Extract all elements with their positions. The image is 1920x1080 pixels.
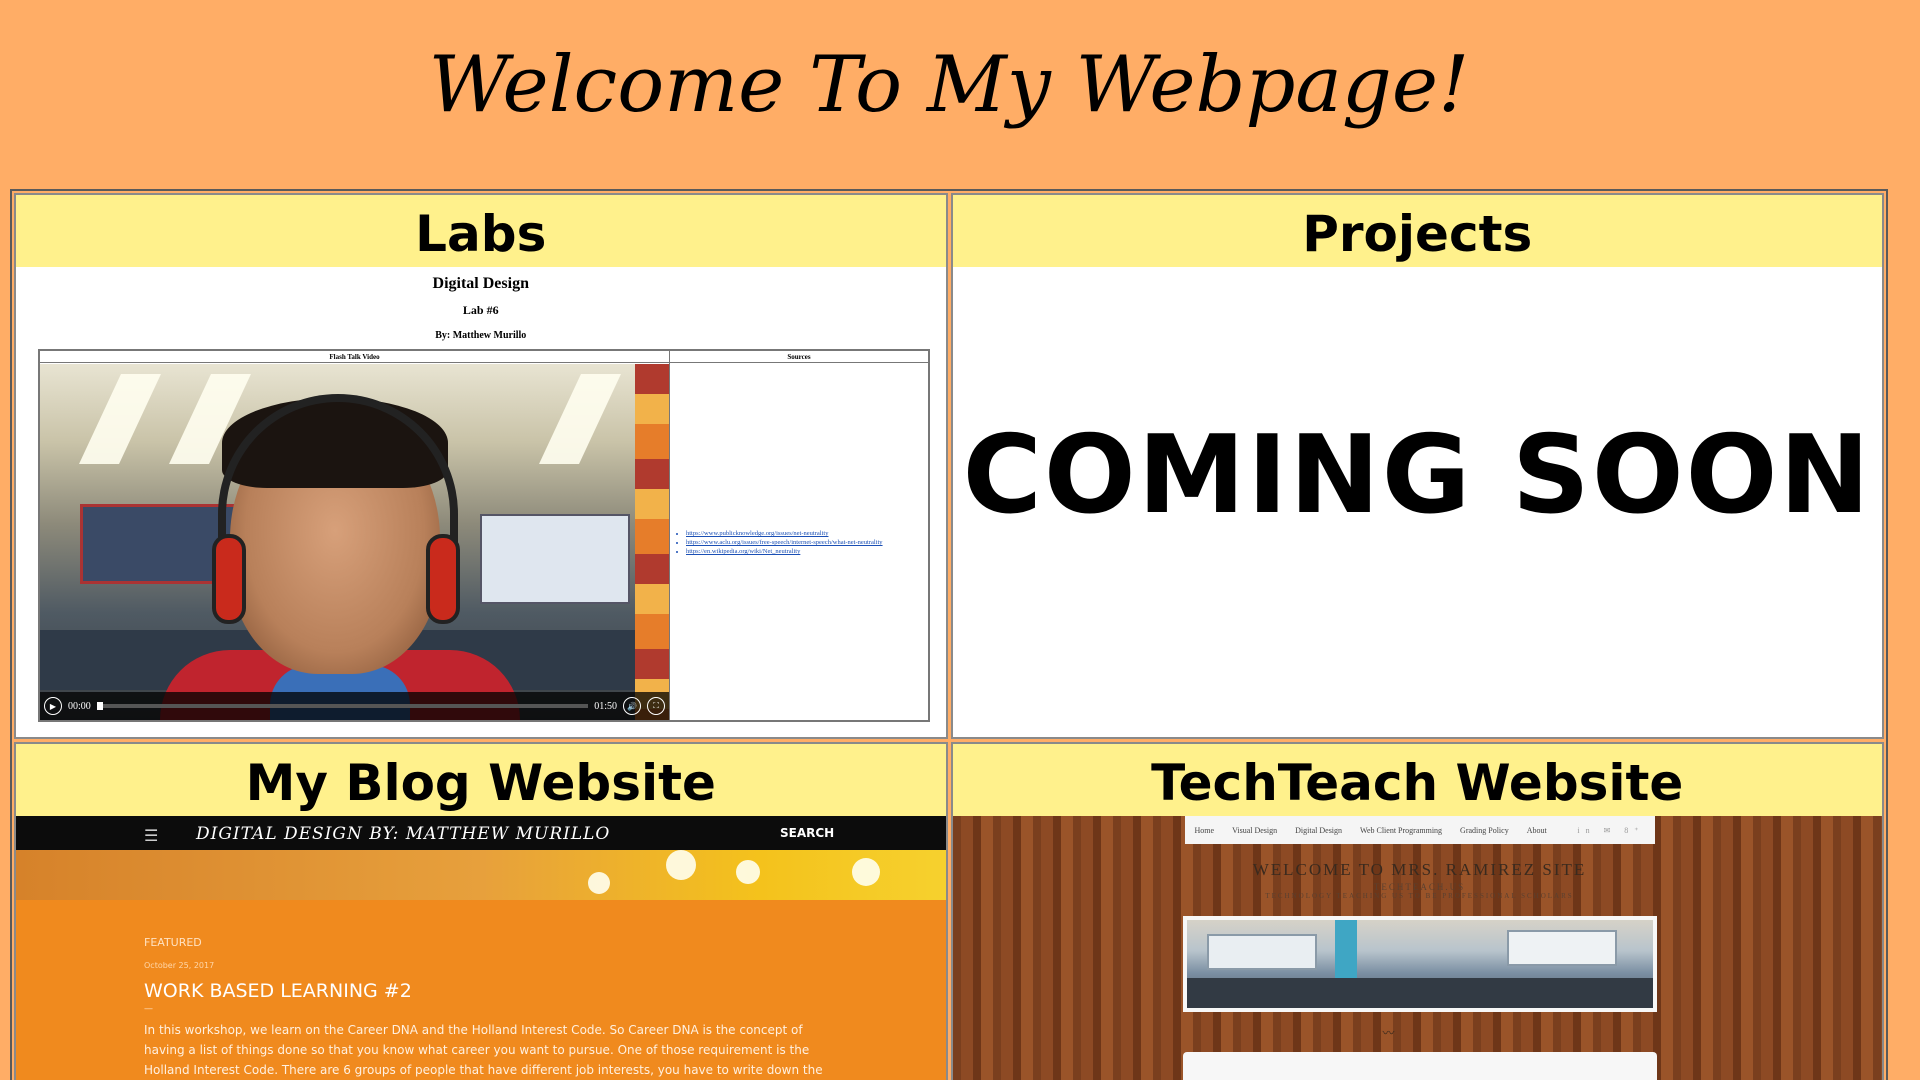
techteach-site: Home Visual Design Digital Design Web Cl…: [952, 816, 1882, 1080]
nav-item-visual-design[interactable]: Visual Design: [1232, 826, 1277, 835]
video-scene-whiteboard: [480, 514, 630, 604]
video-progress-knob[interactable]: [96, 702, 103, 710]
projects-body: COMING SOON: [953, 267, 1883, 737]
lab-doc-title: Digital Design: [432, 275, 529, 292]
labs-embed[interactable]: Digital Design Lab #6 By: Matthew Murill…: [16, 267, 946, 737]
page-title: Welcome To My Webpage!: [428, 40, 1470, 130]
blog-post: FEATURED October 25, 2017 WORK BASED LEA…: [16, 900, 946, 1080]
labs-panel: Labs Digital Design Lab #6 By: Matthew M…: [14, 193, 948, 739]
video-column-header: Flash Talk Video: [40, 351, 669, 363]
techteach-subtitle: TECHTEACH.US: [1373, 882, 1466, 892]
projects-panel: Projects COMING SOON: [950, 193, 1884, 739]
techteach-panel: TechTeach Website Home Visual Design Dig…: [950, 742, 1884, 1080]
nav-item-about[interactable]: About: [1527, 826, 1547, 835]
blog-heading: My Blog Website: [16, 744, 946, 816]
nav-item-digital-design[interactable]: Digital Design: [1295, 826, 1342, 835]
video-current-time: 00:00: [68, 700, 91, 712]
social-icons[interactable]: in ✉ 8⁺: [1577, 826, 1654, 835]
post-title[interactable]: WORK BASED LEARNING #2: [144, 980, 946, 1002]
lab-document: Digital Design Lab #6 By: Matthew Murill…: [16, 267, 946, 737]
techteach-heading: TechTeach Website: [952, 744, 1882, 816]
techteach-embed[interactable]: Home Visual Design Digital Design Web Cl…: [952, 816, 1882, 1080]
source-link[interactable]: https://en.wikipedia.org/wiki/Net_neutra…: [686, 547, 883, 556]
lab-table: Flash Talk Video ▶ 00:00 01:50 🔊 ⛶ Sourc…: [38, 349, 930, 722]
techteach-card: [1182, 1052, 1657, 1080]
blog-banner: [16, 850, 946, 900]
hamburger-menu-icon[interactable]: ☰: [144, 826, 158, 845]
blog-search-button[interactable]: SEARCH: [780, 826, 834, 840]
nav-item-web-client-programming[interactable]: Web Client Programming: [1360, 826, 1442, 835]
coming-soon-text: COMING SOON: [962, 413, 1872, 538]
classroom-photo: [1182, 916, 1657, 1012]
lab-doc-number: Lab #6: [462, 303, 499, 317]
flash-talk-video[interactable]: ▶ 00:00 01:50 🔊 ⛶: [40, 364, 669, 720]
labs-heading: Labs: [16, 195, 946, 267]
blog-site-title[interactable]: DIGITAL DESIGN BY: MATTHEW MURILLO: [196, 824, 610, 844]
volume-icon[interactable]: 🔊: [623, 697, 641, 715]
blog-site: ☰ DIGITAL DESIGN BY: MATTHEW MURILLO SEA…: [16, 816, 946, 1080]
techteach-title: WELCOME TO MRS. RAMIREZ SITE: [1252, 860, 1587, 879]
ornament-divider-icon: 〰: [1382, 1026, 1395, 1040]
nav-item-grading-policy[interactable]: Grading Policy: [1460, 826, 1509, 835]
post-separator: —: [144, 1004, 153, 1014]
projects-heading: Projects: [952, 195, 1882, 267]
blog-panel: My Blog Website ☰ DIGITAL DESIGN BY: MAT…: [14, 742, 948, 1080]
lab-doc-author: By: Matthew Murillo: [435, 330, 527, 341]
blog-embed[interactable]: ☰ DIGITAL DESIGN BY: MATTHEW MURILLO SEA…: [16, 816, 946, 1080]
techteach-tagline: TECHNOLOGY TEACHING US TO BE PROFESSIONA…: [1265, 892, 1574, 900]
lab-video-column: Flash Talk Video ▶ 00:00 01:50 🔊 ⛶: [40, 351, 670, 720]
video-controls: ▶ 00:00 01:50 🔊 ⛶: [40, 692, 669, 720]
content-grid: Labs Digital Design Lab #6 By: Matthew M…: [10, 189, 1888, 1080]
post-body: In this workshop, we learn on the Career…: [144, 1023, 823, 1077]
blog-header-bar: ☰ DIGITAL DESIGN BY: MATTHEW MURILLO SEA…: [16, 816, 946, 850]
lab-sources-column: Sources https://www.publicknowledge.org/…: [670, 351, 928, 720]
headphones-icon: [212, 534, 246, 624]
source-link[interactable]: https://www.publicknowledge.org/issues/n…: [686, 529, 883, 538]
sources-column-header: Sources: [670, 351, 928, 363]
video-progress-bar[interactable]: [96, 702, 589, 710]
featured-label: FEATURED: [144, 936, 202, 949]
play-icon[interactable]: ▶: [44, 697, 62, 715]
techteach-nav: Home Visual Design Digital Design Web Cl…: [1184, 816, 1655, 844]
source-link[interactable]: https://www.aclu.org/issues/free-speech/…: [686, 538, 883, 547]
fullscreen-icon[interactable]: ⛶: [647, 697, 665, 715]
post-date: October 25, 2017: [144, 961, 215, 970]
video-total-time: 01:50: [594, 700, 617, 712]
sources-list: https://www.publicknowledge.org/issues/n…: [680, 529, 883, 556]
nav-item-home[interactable]: Home: [1195, 826, 1215, 835]
